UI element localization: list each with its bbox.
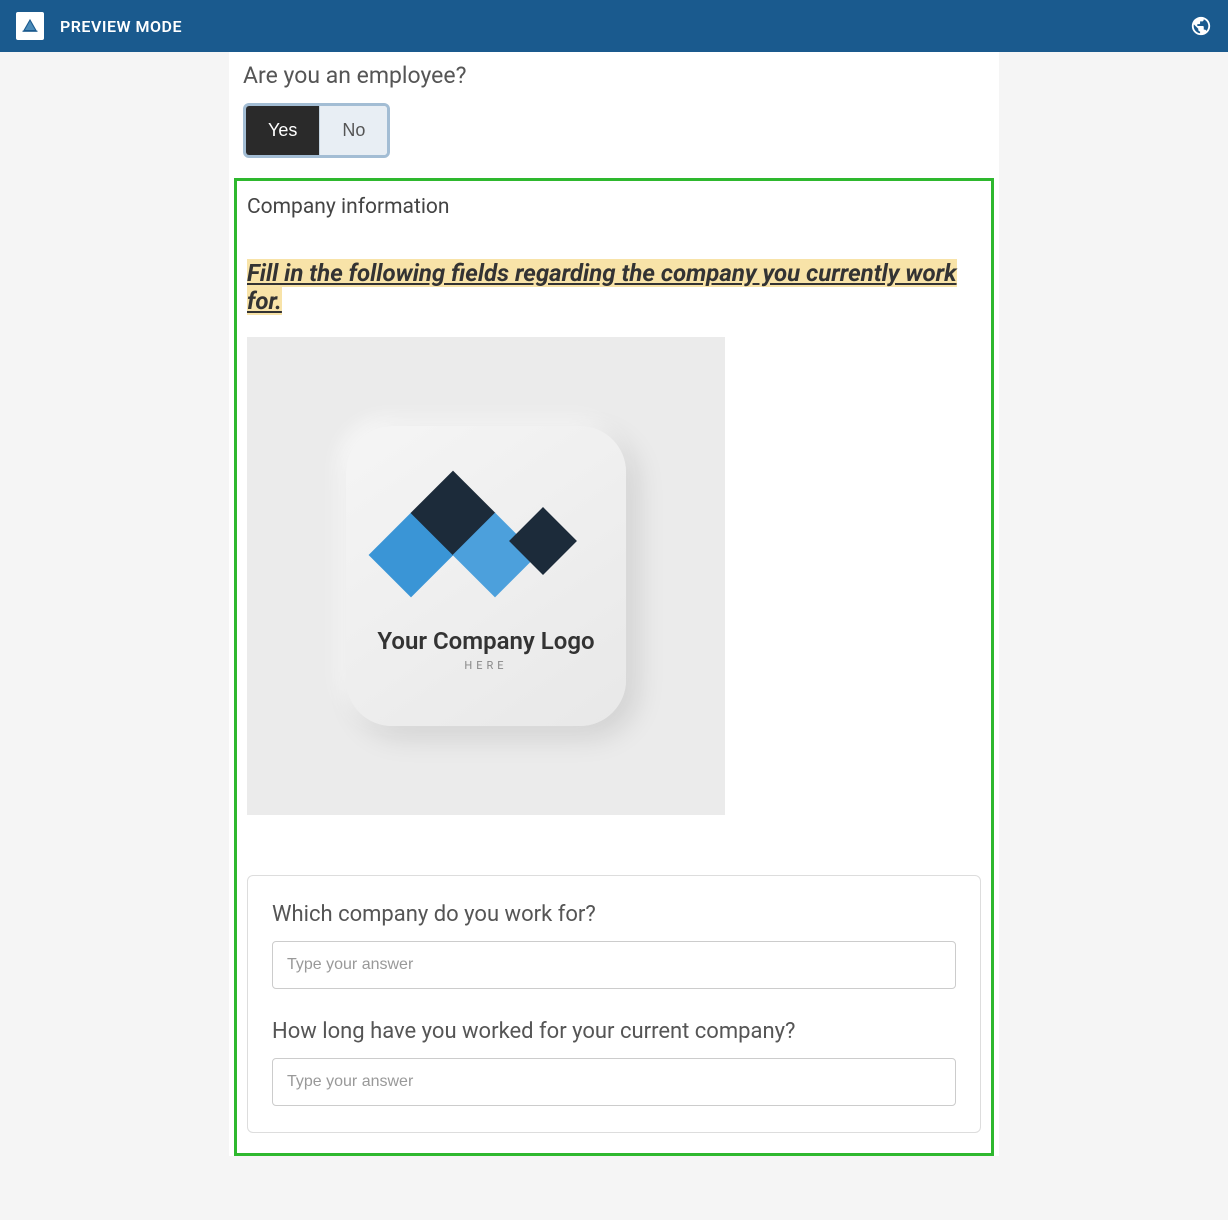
app-logo-icon — [16, 12, 44, 40]
employee-question-block: Are you an employee? Yes No — [229, 62, 999, 178]
section-title: Company information — [247, 195, 981, 219]
duration-input[interactable] — [272, 1058, 956, 1106]
company-info-section: Company information Fill in the followin… — [234, 178, 994, 1156]
content-wrapper: Are you an employee? Yes No Company info… — [0, 52, 1228, 1156]
logo-text-sub: HERE — [464, 659, 507, 672]
app-header: PREVIEW MODE — [0, 0, 1228, 52]
duration-field-label: How long have you worked for your curren… — [272, 1019, 956, 1044]
company-input[interactable] — [272, 941, 956, 989]
logo-placeholder-image: Your Company Logo HERE — [247, 337, 725, 815]
section-instruction: Fill in the following fields regarding t… — [247, 259, 957, 315]
sub-form: Which company do you work for? How long … — [247, 875, 981, 1133]
company-field-label: Which company do you work for? — [272, 902, 956, 927]
toggle-no-button[interactable]: No — [319, 106, 387, 155]
logo-text-main: Your Company Logo — [377, 627, 594, 655]
toggle-yes-button[interactable]: Yes — [246, 106, 319, 155]
header-left: PREVIEW MODE — [16, 12, 182, 40]
company-field-group: Which company do you work for? — [272, 902, 956, 989]
header-title: PREVIEW MODE — [60, 17, 182, 36]
employee-toggle-group: Yes No — [243, 103, 390, 158]
globe-icon[interactable] — [1190, 15, 1212, 37]
logo-diamonds-icon — [361, 481, 611, 611]
logo-card: Your Company Logo HERE — [346, 426, 626, 726]
form-container: Are you an employee? Yes No Company info… — [229, 52, 999, 1156]
instruction-wrapper: Fill in the following fields regarding t… — [247, 259, 981, 315]
duration-field-group: How long have you worked for your curren… — [272, 1019, 956, 1106]
employee-question-label: Are you an employee? — [243, 62, 985, 89]
